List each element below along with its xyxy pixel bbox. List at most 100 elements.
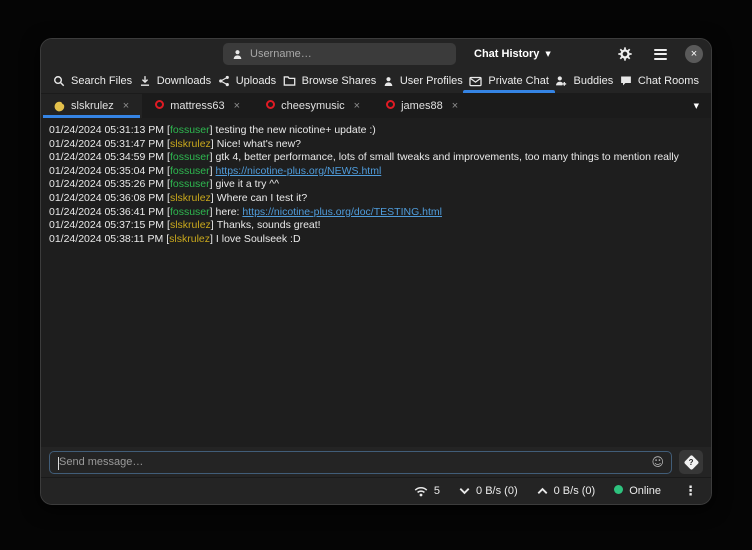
- chat-message: 01/24/2024 05:31:47 PM[slskrulez]Nice! w…: [49, 138, 703, 152]
- headerbar: Username… Chat History ▼ ×: [41, 39, 711, 69]
- chat-tab-slskrulez[interactable]: slskrulez ×: [41, 94, 142, 118]
- toolbar-item-search-files[interactable]: Search Files: [50, 69, 135, 93]
- message-timestamp: 01/24/2024 05:35:26 PM: [49, 178, 164, 190]
- message-username: fossuser: [170, 206, 210, 218]
- message-username: fossuser: [170, 165, 210, 177]
- message-timestamp: 01/24/2024 05:35:04 PM: [49, 165, 164, 177]
- status-bar: 5 0 B/s (0) 0 B/s (0) Online ⋮: [41, 477, 711, 504]
- chat-history-label: Chat History: [474, 48, 539, 60]
- message-text: gtk 4, better performance, lots of small…: [216, 151, 679, 163]
- statusbar-connection-status[interactable]: Online: [614, 485, 661, 497]
- toolbar-item-chat-rooms[interactable]: Chat Rooms: [617, 69, 702, 93]
- message-text: I love Soulseek :D: [216, 233, 301, 245]
- message-timestamp: 01/24/2024 05:31:13 PM: [49, 124, 164, 136]
- message-username: fossuser: [170, 151, 210, 163]
- person-icon: [383, 76, 394, 87]
- toolbar-item-uploads[interactable]: Uploads: [215, 69, 279, 93]
- chat-tab-cheesymusic[interactable]: cheesymusic ×: [253, 94, 373, 118]
- message-timestamp: 01/24/2024 05:34:59 PM: [49, 151, 164, 163]
- chat-message: 01/24/2024 05:36:41 PM[fossuser]here: ht…: [49, 206, 703, 220]
- statusbar-label: Online: [629, 485, 661, 497]
- message-input[interactable]: [59, 456, 645, 468]
- message-text: Thanks, sounds great!: [217, 219, 321, 231]
- username-input[interactable]: Username…: [223, 43, 456, 65]
- chat-message: 01/24/2024 05:38:11 PM[slskrulez]I love …: [49, 233, 703, 247]
- chat-log: 01/24/2024 05:31:13 PM[fossuser]testing …: [41, 118, 711, 447]
- message-timestamp: 01/24/2024 05:36:41 PM: [49, 206, 164, 218]
- statusbar-connections[interactable]: 5: [414, 485, 440, 497]
- toolbar-item-buddies[interactable]: Buddies: [552, 69, 616, 93]
- close-icon[interactable]: ×: [685, 45, 703, 63]
- toolbar-item-label: Uploads: [236, 75, 276, 87]
- toolbar-item-user-profiles[interactable]: User Profiles: [380, 69, 466, 93]
- menu-icon[interactable]: [650, 44, 670, 64]
- message-username: slskrulez: [170, 192, 211, 204]
- chat-tab-label: cheesymusic: [281, 100, 345, 112]
- buddy-add-icon: [555, 75, 567, 87]
- tab-close-icon[interactable]: ×: [123, 100, 129, 112]
- message-link[interactable]: https://nicotine-plus.org/NEWS.html: [216, 165, 382, 177]
- username-placeholder: Username…: [250, 48, 312, 60]
- chevron-up-icon: [537, 487, 548, 495]
- tab-close-icon[interactable]: ×: [452, 100, 458, 112]
- chat-message: 01/24/2024 05:31:13 PM[fossuser]testing …: [49, 124, 703, 138]
- tab-list-dropdown-button[interactable]: ▼: [682, 94, 711, 118]
- statusbar-label: 0 B/s (0): [554, 485, 596, 497]
- download-icon: [139, 75, 151, 87]
- emoji-icon[interactable]: ☺: [651, 452, 664, 473]
- gear-icon[interactable]: [615, 44, 635, 64]
- chat-tab-james88[interactable]: james88×: [373, 94, 471, 118]
- tab-close-icon[interactable]: ×: [234, 100, 240, 112]
- message-timestamp: 01/24/2024 05:31:47 PM: [49, 138, 164, 150]
- message-username: fossuser: [170, 124, 210, 136]
- chat-history-dropdown[interactable]: Chat History ▼: [468, 45, 557, 63]
- nicotine-plus-window: Username… Chat History ▼ × Search Files D…: [40, 38, 712, 505]
- bracket: ]: [211, 219, 214, 231]
- command-help-button[interactable]: ?: [679, 450, 703, 474]
- chat-tab-mattress63[interactable]: mattress63 ×: [142, 94, 253, 118]
- message-timestamp: 01/24/2024 05:36:08 PM: [49, 192, 164, 204]
- statusbar-upload-speed[interactable]: 0 B/s (0): [537, 485, 596, 497]
- chat-message: 01/24/2024 05:34:59 PM[fossuser]gtk 4, b…: [49, 151, 703, 165]
- offline-status-icon: [155, 100, 164, 112]
- chat-tab-label: slskrulez: [71, 100, 114, 112]
- statusbar-status-menu[interactable]: ⋮: [680, 484, 701, 499]
- chevron-down-icon: ▼: [545, 50, 550, 58]
- message-text: Nice! what's new?: [217, 138, 301, 150]
- headerbar-actions: ×: [615, 44, 703, 64]
- main-toolbar: Search Files Downloads Uploads Browse Share…: [41, 69, 711, 94]
- message-text: testing the new nicotine+ update :): [216, 124, 376, 136]
- statusbar-label: 0 B/s (0): [476, 485, 518, 497]
- toolbar-item-downloads[interactable]: Downloads: [136, 69, 214, 93]
- message-username: slskrulez: [170, 138, 211, 150]
- bracket: ]: [210, 233, 213, 245]
- chat-tab-row: slskrulez×mattress63×cheesymusic×james88…: [41, 94, 711, 118]
- chat-bubble-icon: [620, 75, 632, 87]
- statusbar-download-speed[interactable]: 0 B/s (0): [459, 485, 518, 497]
- envelope-icon: [469, 76, 482, 87]
- toolbar-item-private-chat[interactable]: Private Chat: [466, 69, 552, 93]
- toolbar-item-label: Downloads: [157, 75, 211, 87]
- message-entry[interactable]: ☺: [49, 451, 672, 474]
- share-icon: [218, 75, 230, 87]
- toolbar-item-browse-shares[interactable]: Browse Shares: [280, 69, 380, 93]
- message-text: here:: [216, 206, 243, 218]
- chat-tab-label: mattress63: [170, 100, 224, 112]
- bracket: ]: [210, 151, 213, 163]
- folder-icon: [283, 75, 296, 87]
- wifi-icon: [414, 486, 428, 497]
- toolbar-item-label: Private Chat: [488, 75, 549, 87]
- chevron-down-icon: ▼: [694, 102, 699, 110]
- message-link[interactable]: https://nicotine-plus.org/doc/TESTING.ht…: [242, 206, 442, 218]
- chat-message: 01/24/2024 05:36:08 PM[slskrulez]Where c…: [49, 192, 703, 206]
- message-timestamp: 01/24/2024 05:37:15 PM: [49, 219, 164, 231]
- composer-row: ☺ ?: [41, 447, 711, 477]
- bracket: ]: [210, 165, 213, 177]
- message-text: Where can I test it?: [217, 192, 307, 204]
- tab-close-icon[interactable]: ×: [354, 100, 360, 112]
- chevron-down-icon: [459, 487, 470, 495]
- toolbar-item-label: Search Files: [71, 75, 132, 87]
- statusbar-label: 5: [434, 485, 440, 497]
- bracket: ]: [210, 206, 213, 218]
- message-username: slskrulez: [169, 233, 210, 245]
